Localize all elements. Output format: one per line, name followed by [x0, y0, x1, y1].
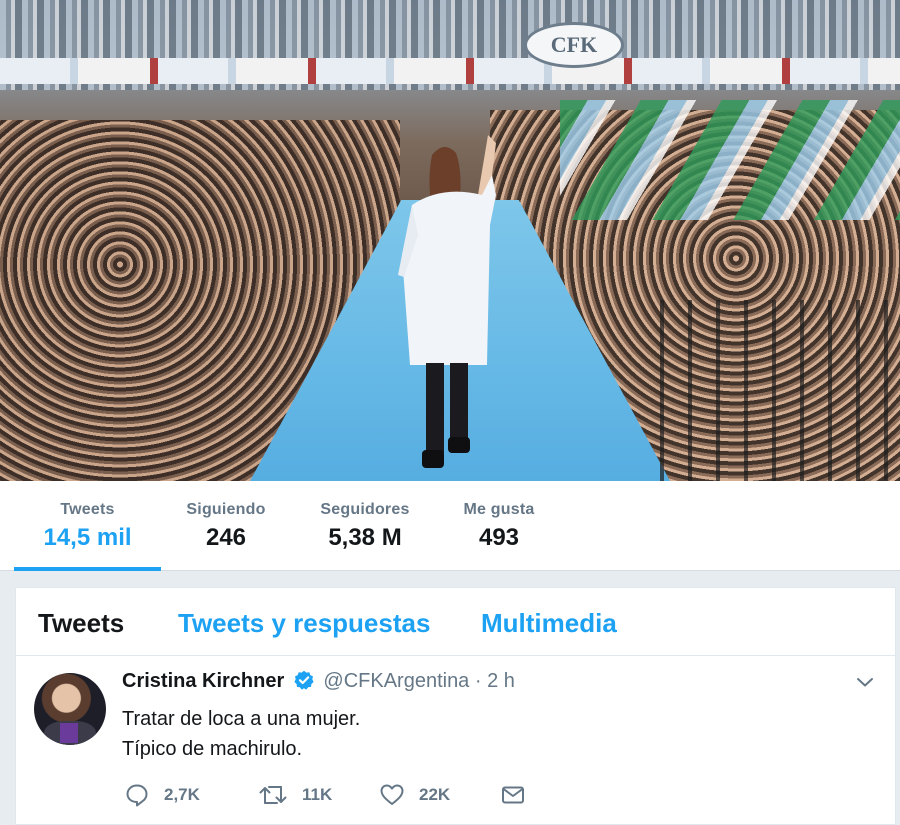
profile-nav: Tweets 14,5 mil Siguiendo 246 Seguidores…	[0, 481, 900, 571]
chevron-down-icon[interactable]	[855, 672, 875, 697]
tweet-header: Cristina Kirchner @CFKArgentina · 2 h	[122, 670, 515, 696]
separator-dot: ·	[474, 670, 482, 692]
retweet-count: 11K	[302, 785, 333, 804]
stadium-boards	[0, 58, 900, 84]
flags	[560, 100, 900, 220]
stat-following-value: 246	[205, 524, 247, 551]
direct-message-button[interactable]	[500, 780, 526, 810]
author-handle[interactable]: @CFKArgentina	[323, 670, 469, 692]
verified-badge-icon	[294, 670, 314, 696]
profile-banner: CFK	[0, 0, 900, 481]
stat-followers-value: 5,38 M	[328, 524, 402, 551]
stat-followers-label: Seguidores	[320, 501, 410, 518]
reply-count: 2,7K	[164, 785, 200, 804]
stat-following-label: Siguiendo	[186, 501, 266, 518]
stat-tweets-label: Tweets	[60, 501, 115, 518]
tweet[interactable]: Cristina Kirchner @CFKArgentina · 2 h Tr…	[16, 656, 895, 824]
heart-icon	[380, 784, 404, 805]
timeline: Tweets Tweets y respuestas Multimedia Cr…	[15, 587, 896, 825]
fence	[660, 300, 900, 481]
avatar-scarf	[60, 723, 78, 743]
stat-tweets[interactable]: Tweets 14,5 mil	[14, 481, 161, 571]
tweet-text: Tratar de loca a una mujer. Típico de ma…	[122, 704, 360, 764]
cfk-logo-badge: CFK	[524, 22, 624, 68]
retweet-icon	[259, 786, 287, 804]
reply-icon	[126, 784, 148, 807]
tweet-text-line: Típico de machirulo.	[122, 738, 303, 760]
stat-likes-label: Me gusta	[463, 501, 535, 518]
tweet-text-line: Tratar de loca a una mujer.	[122, 708, 361, 730]
retweet-button[interactable]: 11K	[258, 780, 332, 810]
stat-following[interactable]: Siguiendo 246	[176, 481, 276, 571]
avatar[interactable]	[34, 673, 106, 745]
waving-figure	[398, 135, 496, 468]
stat-likes[interactable]: Me gusta 493	[452, 481, 546, 571]
tab-media[interactable]: Multimedia	[481, 608, 617, 639]
author-name[interactable]: Cristina Kirchner	[122, 670, 284, 692]
reply-button[interactable]: 2,7K	[124, 780, 200, 810]
like-count: 22K	[419, 785, 451, 804]
stat-likes-value: 493	[478, 524, 520, 551]
stat-tweets-value: 14,5 mil	[43, 524, 132, 551]
stat-followers[interactable]: Seguidores 5,38 M	[310, 481, 420, 571]
tweet-timestamp[interactable]: 2 h	[487, 670, 515, 692]
like-button[interactable]: 22K	[379, 780, 450, 810]
tab-tweets-and-replies[interactable]: Tweets y respuestas	[178, 608, 430, 639]
timeline-tabs: Tweets Tweets y respuestas Multimedia	[16, 588, 895, 656]
envelope-icon	[502, 786, 524, 804]
tab-tweets[interactable]: Tweets	[38, 608, 124, 639]
